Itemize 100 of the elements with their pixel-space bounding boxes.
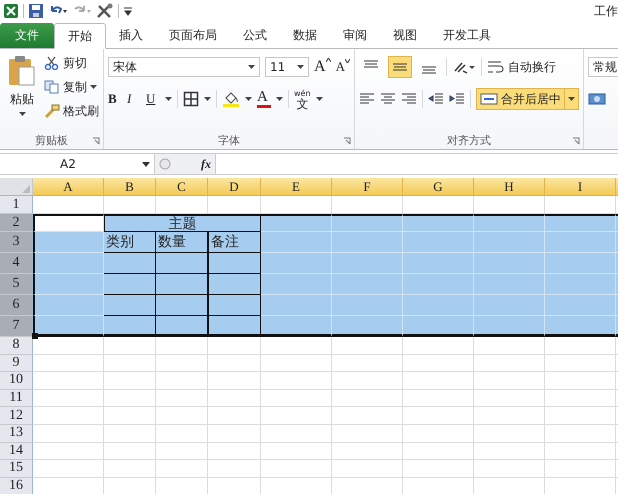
vertical-align-button[interactable] [388,56,412,78]
tools-icon[interactable] [96,3,114,19]
format-painter-button[interactable]: 格式刷 [44,101,99,121]
row-header[interactable]: 13 [0,424,33,443]
paste-button[interactable]: 粘贴 [4,53,40,131]
row-header[interactable]: 4 [0,253,33,274]
dropdown-arrow-icon[interactable] [276,97,283,101]
row-header[interactable]: 15 [0,460,33,478]
ribbon-tab[interactable]: 数据 [280,23,330,48]
grid-cell[interactable] [104,253,156,274]
shrink-font-button[interactable]: A [336,59,350,75]
merged-cell[interactable]: 主题 [104,214,261,232]
grid-cell[interactable] [208,316,261,337]
row-header[interactable]: 11 [0,390,33,408]
column-header[interactable]: A [33,178,104,196]
row-header[interactable]: 1 [0,196,33,214]
row-header[interactable]: 9 [0,354,33,372]
row-header[interactable]: 7 [0,316,33,337]
ribbon-tab[interactable]: 插入 [106,23,156,48]
dialog-launcher-icon[interactable] [92,137,100,145]
font-name-dropdown[interactable]: 宋体 [108,57,260,77]
row-header[interactable]: 12 [0,407,33,425]
column-header[interactable]: D [208,178,261,196]
align-right-icon[interactable] [400,92,417,106]
dropdown-arrow-icon[interactable] [316,97,323,101]
grid-cell[interactable] [156,295,208,316]
row-header[interactable]: 5 [0,274,33,295]
grid-cell[interactable] [33,214,104,232]
grid-cell[interactable]: 类别 [104,232,156,253]
ribbon-tab[interactable]: 页面布局 [156,23,230,48]
fill-color-icon[interactable] [222,90,240,108]
grid-cell[interactable] [261,214,332,232]
grid-cell[interactable] [156,274,208,295]
save-icon[interactable] [28,3,44,19]
wrap-text-icon [486,60,505,74]
dropdown-arrow-icon[interactable] [204,97,211,101]
dropdown-arrow-icon[interactable] [245,97,252,101]
column-header[interactable]: F [332,178,403,196]
row-header[interactable]: 16 [0,478,33,494]
window-title: 工作 [594,2,618,20]
select-all-button[interactable] [0,178,33,196]
row-header[interactable]: 10 [0,372,33,390]
copy-icon [44,80,60,94]
row-header[interactable]: 3 [0,232,33,253]
grid-cell[interactable] [208,253,261,274]
row-header[interactable]: 8 [0,337,33,355]
grid-cell[interactable]: 数量 [156,232,208,253]
grid-cell[interactable] [208,274,261,295]
phonetic-guide-button[interactable]: wén 文 [294,88,311,110]
ribbon-tab[interactable]: 审阅 [330,23,380,48]
grid-cell[interactable] [104,316,156,337]
currency-icon[interactable] [588,91,606,107]
grid-cell[interactable] [208,295,261,316]
grid-cell[interactable] [332,214,403,232]
column-header[interactable]: G [403,178,474,196]
number-format-dropdown[interactable]: 常规 [588,57,618,77]
grid-cell[interactable] [156,316,208,337]
dialog-launcher-icon[interactable] [342,137,351,145]
grid-cell[interactable] [403,214,474,232]
dropdown-arrow-icon[interactable] [165,97,172,101]
ribbon-tab[interactable]: 视图 [380,23,430,48]
column-header[interactable]: I [545,178,616,196]
ribbon-tab[interactable]: 开发工具 [430,23,504,48]
grid-cell[interactable] [545,214,616,232]
column-header[interactable]: E [261,178,332,196]
insert-function-button[interactable]: fx [201,156,211,172]
align-center-icon[interactable] [380,92,396,106]
merge-center-button[interactable]: 合并后居中 [476,88,579,110]
grow-font-button[interactable]: A [314,58,331,76]
clipboard-icon [8,55,36,87]
file-tab[interactable]: 文件 [0,23,54,48]
bold-button[interactable]: B [108,91,122,107]
dropdown-arrow-icon[interactable] [568,97,575,101]
borders-icon[interactable] [183,91,199,107]
underline-button[interactable]: U [146,91,160,107]
wrap-text-button[interactable]: 自动换行 [486,57,556,77]
group-label: 剪贴板 [35,132,68,148]
decrease-indent-icon[interactable] [428,92,444,106]
grid-cell[interactable] [474,214,545,232]
grid-cell[interactable] [104,295,156,316]
grid-cell[interactable] [156,253,208,274]
font-color-button[interactable]: A [257,90,271,108]
grid-cell[interactable]: 备注 [208,232,261,253]
grid-cell[interactable] [104,274,156,295]
fill-handle[interactable] [32,333,38,339]
dialog-launcher-icon[interactable] [572,137,580,145]
italic-button[interactable]: I [127,91,141,107]
align-left-icon[interactable] [358,92,375,106]
copy-button[interactable]: 复制 [44,77,99,97]
row-header[interactable]: 14 [0,442,33,460]
row-header[interactable]: 2 [0,214,33,232]
ribbon-tab[interactable]: 公式 [230,23,280,48]
increase-indent-icon[interactable] [448,92,465,106]
cut-button[interactable]: 剪切 [44,53,99,73]
font-size-dropdown[interactable]: 11 [265,57,309,77]
column-header[interactable]: H [474,178,545,196]
row-header[interactable]: 6 [0,295,33,316]
column-header[interactable]: C [156,178,208,196]
ribbon-tab[interactable]: 开始 [54,23,106,49]
column-header[interactable]: B [104,178,156,196]
